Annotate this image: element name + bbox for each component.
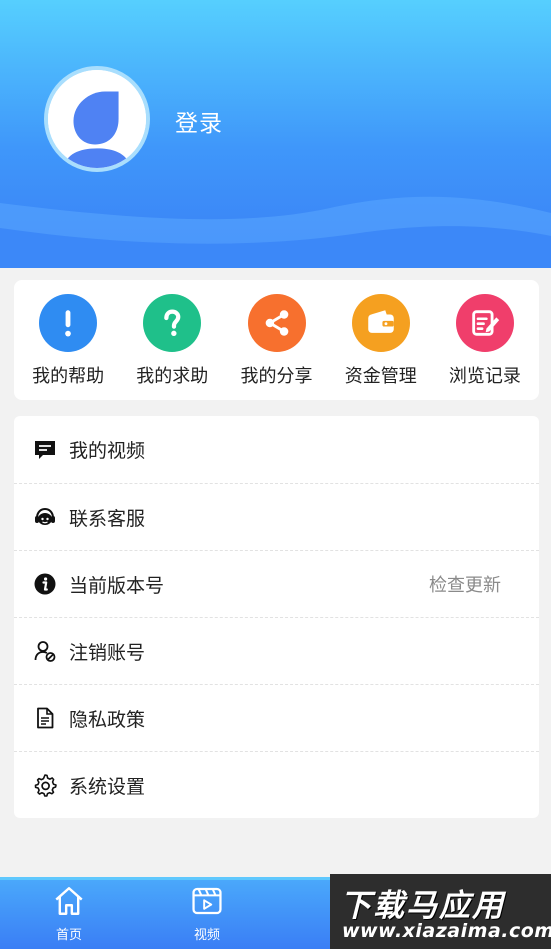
quick-action-label: 资金管理 (344, 366, 417, 387)
watermark-title: 下载马应用 (340, 888, 505, 924)
menu-item-label: 注销账号 (69, 641, 146, 664)
share-icon (247, 294, 306, 352)
quick-action-browse-history[interactable]: 浏览记录 (433, 280, 537, 400)
nav-home[interactable]: 首页 (39, 884, 99, 943)
quick-action-label: 浏览记录 (448, 366, 521, 387)
watermark-url: www.xiazaima.com (342, 920, 551, 942)
login-link[interactable]: 登录 (175, 104, 223, 138)
edit-note-icon (455, 294, 514, 352)
exclamation-icon (39, 294, 98, 352)
menu-item-version[interactable]: 当前版本号 检查更新 (14, 550, 539, 617)
quick-actions-card: 我的帮助 我的求助 我的分享 资金管理 浏览记录 (14, 280, 539, 400)
message-icon (32, 437, 58, 463)
gear-icon (32, 772, 58, 798)
menu-item-label: 系统设置 (69, 775, 146, 798)
quick-action-my-request[interactable]: 我的求助 (120, 280, 224, 400)
menu-item-customer-service[interactable]: 联系客服 (14, 483, 539, 550)
quick-action-label: 我的求助 (136, 366, 209, 387)
home-icon (55, 887, 83, 915)
quick-action-fund-management[interactable]: 资金管理 (329, 280, 433, 400)
menu-item-my-videos[interactable]: 我的视频 (14, 416, 539, 483)
settings-menu: 我的视频 联系客服 当前版本号 检查更新 注销账号 隐私政策 系统设置 (14, 416, 539, 818)
info-icon (32, 571, 58, 597)
menu-item-system-settings[interactable]: 系统设置 (14, 751, 539, 818)
quick-action-label: 我的帮助 (32, 366, 105, 387)
check-update-link[interactable]: 检查更新 (429, 571, 501, 597)
nav-video[interactable]: 视频 (177, 884, 237, 943)
menu-item-label: 联系客服 (69, 507, 146, 530)
avatar[interactable] (44, 66, 150, 172)
user-remove-icon (32, 638, 58, 664)
default-avatar-icon (48, 70, 146, 168)
menu-item-delete-account[interactable]: 注销账号 (14, 617, 539, 684)
wave-decoration (0, 196, 551, 268)
menu-item-privacy-policy[interactable]: 隐私政策 (14, 684, 539, 751)
quick-action-my-help[interactable]: 我的帮助 (16, 280, 120, 400)
menu-item-label: 当前版本号 (69, 574, 165, 597)
nav-label: 首页 (55, 928, 82, 943)
quick-action-label: 我的分享 (240, 366, 313, 387)
menu-item-label: 隐私政策 (69, 708, 146, 731)
wallet-icon (351, 294, 410, 352)
quick-action-my-share[interactable]: 我的分享 (224, 280, 328, 400)
customer-service-icon (32, 504, 58, 530)
document-icon (32, 705, 58, 731)
profile-header: 登录 (0, 0, 551, 268)
menu-item-label: 我的视频 (69, 440, 146, 462)
nav-label: 视频 (193, 928, 220, 943)
video-icon (192, 887, 222, 915)
question-icon (143, 294, 202, 352)
watermark-logo: 下载马应用 www.xiazaima.com (330, 874, 551, 949)
